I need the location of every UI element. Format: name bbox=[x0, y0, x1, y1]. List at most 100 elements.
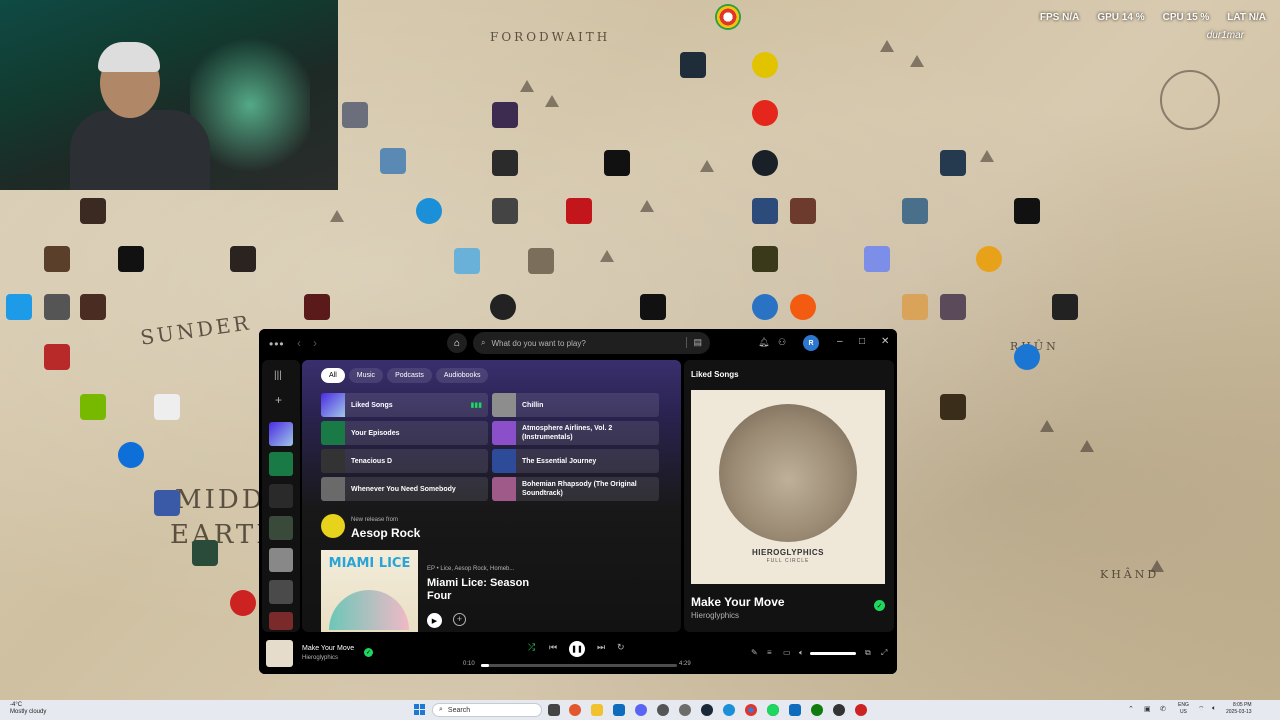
desktop-shortcut-icon[interactable] bbox=[416, 198, 442, 224]
progress-bar[interactable] bbox=[481, 664, 677, 667]
saved-check-icon[interactable]: ✓ bbox=[364, 648, 373, 657]
new-release-artist[interactable]: Aesop Rock bbox=[351, 526, 420, 540]
desktop-shortcut-icon[interactable] bbox=[902, 294, 928, 320]
desktop-shortcut-icon[interactable] bbox=[44, 246, 70, 272]
close-icon[interactable]: ✕ bbox=[881, 336, 889, 347]
taskbar-app-icon[interactable] bbox=[833, 704, 845, 716]
steam-icon[interactable] bbox=[701, 704, 713, 716]
settings-gear-icon[interactable] bbox=[679, 704, 691, 716]
artist-avatar[interactable] bbox=[321, 514, 345, 538]
edge-icon[interactable] bbox=[723, 704, 735, 716]
file-explorer-icon[interactable] bbox=[591, 704, 603, 716]
shortcut-tile[interactable]: Whenever You Need Somebody bbox=[321, 477, 488, 501]
search-input[interactable]: ⌕ What do you want to play? ▤ bbox=[473, 332, 710, 354]
now-playing-context[interactable]: Liked Songs bbox=[691, 370, 739, 379]
desktop-shortcut-icon[interactable] bbox=[864, 246, 890, 272]
desktop-shortcut-icon[interactable] bbox=[342, 102, 368, 128]
chrome-icon[interactable] bbox=[745, 704, 757, 716]
home-button[interactable]: ⌂ bbox=[447, 333, 467, 353]
queue-icon[interactable]: ≡ bbox=[767, 648, 772, 657]
track-artist[interactable]: Hieroglyphics bbox=[302, 655, 338, 661]
chip-podcasts[interactable]: Podcasts bbox=[387, 368, 432, 383]
taskbar-app-icon[interactable] bbox=[855, 704, 867, 716]
shortcut-tile[interactable]: Your Episodes bbox=[321, 421, 488, 445]
user-avatar[interactable]: R bbox=[803, 335, 819, 351]
sidebar-playlist[interactable] bbox=[269, 548, 293, 572]
menu-icon[interactable]: ••• bbox=[269, 337, 285, 351]
shortcut-tile[interactable]: Liked Songs ▮▮▮ bbox=[321, 393, 488, 417]
pause-button[interactable]: ❚❚ bbox=[569, 641, 585, 657]
play-button[interactable]: ▶ bbox=[427, 613, 442, 628]
desktop-shortcut-icon[interactable] bbox=[752, 100, 778, 126]
desktop-shortcut-icon[interactable] bbox=[752, 294, 778, 320]
saved-check-icon[interactable]: ✓ bbox=[874, 600, 885, 611]
shortcut-tile[interactable]: Bohemian Rhapsody (The Original Soundtra… bbox=[492, 477, 659, 501]
taskbar-app-icon[interactable] bbox=[569, 704, 581, 716]
miniplayer-icon[interactable]: ⧉ bbox=[865, 648, 871, 658]
desktop-shortcut-icon[interactable] bbox=[492, 198, 518, 224]
desktop-shortcut-icon[interactable] bbox=[1014, 344, 1040, 370]
desktop-shortcut-icon[interactable] bbox=[752, 150, 778, 176]
desktop-shortcut-icon[interactable] bbox=[44, 344, 70, 370]
shortcut-tile[interactable]: The Essential Journey bbox=[492, 449, 659, 473]
desktop-shortcut-icon[interactable] bbox=[44, 294, 70, 320]
desktop-shortcut-icon[interactable] bbox=[566, 198, 592, 224]
sidebar-playlist[interactable] bbox=[269, 484, 293, 508]
task-view-icon[interactable] bbox=[548, 704, 560, 716]
notification-bell-icon[interactable]: 🔔︎ bbox=[758, 337, 769, 348]
sidebar-playlist[interactable] bbox=[269, 580, 293, 604]
sidebar-your-episodes[interactable] bbox=[269, 452, 293, 476]
desktop-shortcut-icon[interactable] bbox=[940, 394, 966, 420]
desktop-shortcut-icon[interactable] bbox=[715, 4, 741, 30]
desktop-shortcut-icon[interactable] bbox=[976, 246, 1002, 272]
previous-icon[interactable]: ⏮︎ bbox=[549, 642, 557, 653]
network-icon[interactable]: ⌔ bbox=[1198, 705, 1205, 714]
desktop-shortcut-icon[interactable] bbox=[6, 294, 32, 320]
release-title[interactable]: Miami Lice: Season Four bbox=[427, 577, 547, 603]
repeat-icon[interactable]: ↻ bbox=[617, 642, 625, 653]
desktop-shortcut-icon[interactable] bbox=[490, 294, 516, 320]
friend-activity-icon[interactable]: ⚇ bbox=[778, 337, 786, 348]
album-cover[interactable]: MIAMI LICE bbox=[321, 550, 418, 632]
desktop-shortcut-icon[interactable] bbox=[380, 148, 406, 174]
create-plus-icon[interactable]: + bbox=[275, 393, 282, 407]
windows-start-icon[interactable] bbox=[414, 704, 426, 716]
desktop-shortcut-icon[interactable] bbox=[230, 246, 256, 272]
desktop-shortcut-icon[interactable] bbox=[752, 246, 778, 272]
sidebar-playlist[interactable] bbox=[269, 612, 293, 630]
connect-device-icon[interactable]: ▭ bbox=[783, 648, 791, 657]
minimize-icon[interactable]: – bbox=[837, 336, 843, 347]
volume-slider[interactable] bbox=[810, 652, 856, 655]
taskbar-app-icon[interactable] bbox=[613, 704, 625, 716]
desktop-shortcut-icon[interactable] bbox=[940, 150, 966, 176]
desktop-shortcut-icon[interactable] bbox=[640, 294, 666, 320]
desktop-shortcut-icon[interactable] bbox=[154, 490, 180, 516]
tray-app-icon[interactable]: ▣ bbox=[1144, 705, 1151, 713]
desktop-shortcut-icon[interactable] bbox=[752, 198, 778, 224]
desktop-shortcut-icon[interactable] bbox=[902, 198, 928, 224]
desktop-shortcut-icon[interactable] bbox=[940, 294, 966, 320]
desktop-shortcut-icon[interactable] bbox=[454, 248, 480, 274]
desktop-shortcut-icon[interactable] bbox=[1014, 198, 1040, 224]
forward-arrow-icon[interactable]: › bbox=[313, 336, 317, 350]
weather-widget[interactable]: -4°C Mostly cloudy bbox=[10, 702, 46, 716]
shortcut-tile[interactable]: Atmosphere Airlines, Vol. 2 (Instrumenta… bbox=[492, 421, 659, 445]
next-icon[interactable]: ⏭︎ bbox=[597, 642, 605, 653]
desktop-shortcut-icon[interactable] bbox=[528, 248, 554, 274]
desktop-shortcut-icon[interactable] bbox=[790, 294, 816, 320]
spotify-icon[interactable] bbox=[767, 704, 779, 716]
discord-icon[interactable] bbox=[635, 704, 647, 716]
desktop-shortcut-icon[interactable] bbox=[680, 52, 706, 78]
desktop-shortcut-icon[interactable] bbox=[80, 394, 106, 420]
desktop-shortcut-icon[interactable] bbox=[80, 294, 106, 320]
now-playing-view-icon[interactable]: ✎ bbox=[751, 648, 758, 657]
desktop-shortcut-icon[interactable] bbox=[1052, 294, 1078, 320]
desktop-shortcut-icon[interactable] bbox=[790, 198, 816, 224]
desktop-shortcut-icon[interactable] bbox=[230, 590, 256, 616]
language-indicator[interactable]: ENG US bbox=[1178, 702, 1189, 716]
desktop-shortcut-icon[interactable] bbox=[492, 102, 518, 128]
desktop-shortcut-icon[interactable] bbox=[192, 540, 218, 566]
sidebar-liked-songs[interactable] bbox=[269, 422, 293, 446]
desktop-shortcut-icon[interactable] bbox=[304, 294, 330, 320]
library-icon[interactable]: ||| bbox=[274, 370, 282, 381]
